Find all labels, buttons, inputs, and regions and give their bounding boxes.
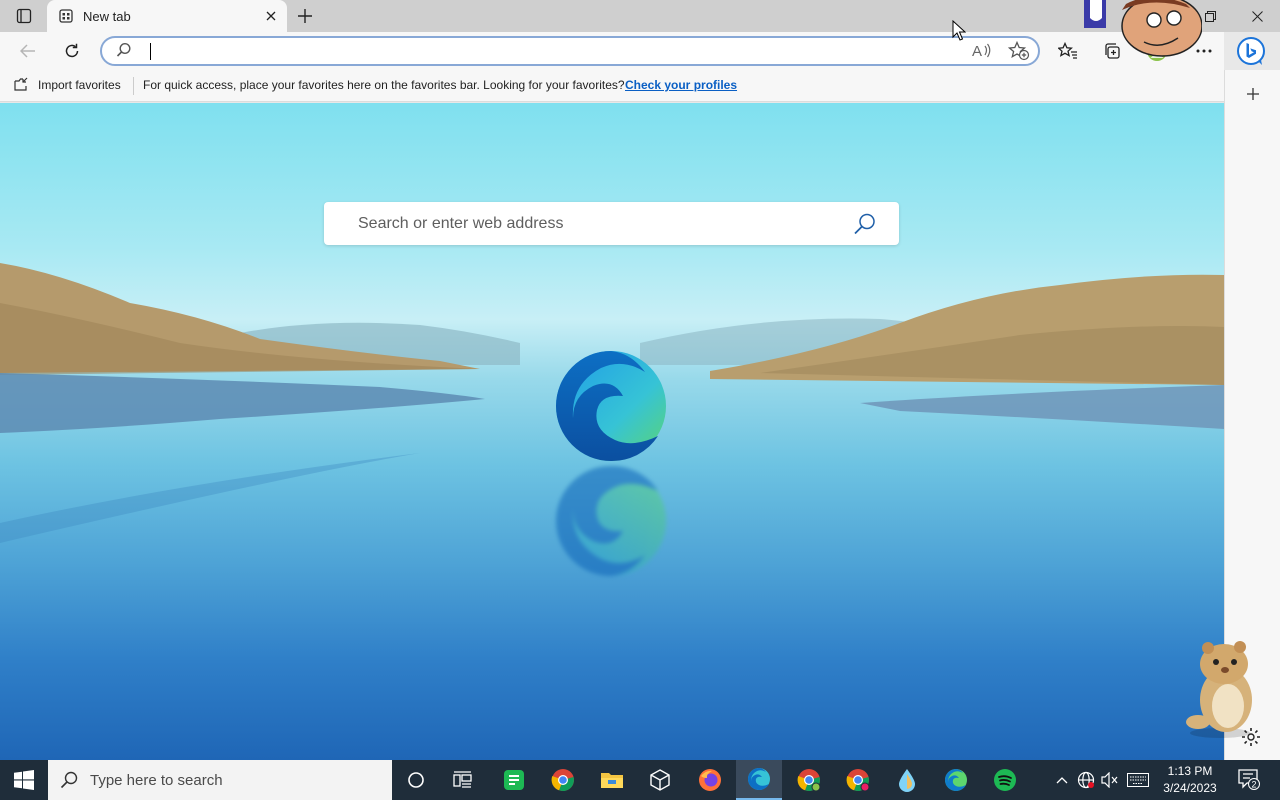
page-settings-button[interactable]: [1240, 726, 1262, 753]
close-icon: [1251, 10, 1263, 22]
start-button[interactable]: [0, 760, 48, 800]
back-button[interactable]: [13, 36, 43, 66]
sidebar-add-button[interactable]: [1239, 82, 1267, 106]
notification-icon: 2: [1238, 769, 1260, 790]
taskbar-file-explorer[interactable]: [589, 760, 635, 800]
chevron-up-icon: [1056, 777, 1068, 784]
bing-chat-button[interactable]: [1234, 34, 1268, 68]
chrome-profile-2-icon: [846, 769, 870, 792]
navigation-toolbar: A: [0, 32, 1224, 70]
taskbar-task-view[interactable]: [440, 760, 486, 800]
search-icon: [116, 42, 131, 57]
address-input[interactable]: [148, 40, 948, 62]
tab-actions-button[interactable]: [8, 4, 40, 28]
volume-muted-icon: [1101, 772, 1118, 788]
taskbar-water-drop-app[interactable]: [884, 760, 930, 800]
taskbar-chrome[interactable]: [540, 760, 586, 800]
windows-taskbar: Type here to search 1:13 PM 3/24/2023 2: [0, 760, 1280, 800]
edge-logo-reflection: [556, 465, 666, 576]
gear-icon: [1242, 728, 1260, 746]
plus-icon: [1247, 88, 1259, 100]
tray-network-button[interactable]: [1076, 770, 1096, 790]
chrome-icon: [551, 769, 574, 792]
taskbar-firefox[interactable]: [687, 760, 733, 800]
cartoon-character-overlay: [1084, 0, 1202, 57]
clock-time: 1:13 PM: [1167, 764, 1213, 778]
new-tab-page-icon: [59, 9, 73, 23]
favorites-button[interactable]: [1053, 36, 1083, 66]
tray-overflow-button[interactable]: [1052, 770, 1072, 790]
address-bar[interactable]: A: [100, 36, 1040, 66]
new-tab-search-button[interactable]: [850, 210, 880, 238]
firefox-icon: [699, 769, 721, 791]
import-favorites-label: Import favorites: [38, 77, 121, 92]
tray-volume-button[interactable]: [1100, 770, 1120, 790]
new-tab-icon: [298, 9, 312, 23]
tab-new-tab[interactable]: New tab: [47, 0, 287, 32]
tray-keyboard-button[interactable]: [1126, 770, 1150, 790]
globe-icon: [1077, 771, 1095, 789]
spotify-icon: [994, 769, 1016, 791]
file-explorer-icon: [601, 773, 623, 788]
action-center-button[interactable]: 2: [1234, 766, 1264, 794]
restore-icon: [1204, 10, 1216, 22]
tab-close-button[interactable]: [259, 4, 283, 28]
import-favorites-button[interactable]: Import favorites: [14, 77, 121, 92]
check-profiles-link[interactable]: Check your profiles: [625, 78, 737, 92]
window-close-button[interactable]: [1234, 0, 1280, 32]
import-icon: [14, 77, 28, 91]
close-icon: [266, 11, 276, 21]
chrome-profile-icon: [797, 769, 821, 792]
taskbar-search-placeholder: Type here to search: [90, 771, 223, 789]
cortana-icon: [408, 772, 424, 788]
bing-chat-icon: [1237, 37, 1265, 65]
edge-beta-icon: [945, 769, 967, 792]
taskbar-clock[interactable]: 1:13 PM 3/24/2023: [1152, 763, 1228, 797]
3d-viewer-icon: [650, 769, 670, 791]
taskbar-chrome-profile-2[interactable]: [835, 760, 881, 800]
windows-logo-icon: [14, 770, 34, 790]
new-tab-page: [0, 103, 1224, 760]
keyboard-icon: [1127, 773, 1149, 787]
notification-count: 2: [1251, 780, 1256, 790]
water-drop-app-icon: [899, 769, 915, 792]
edge-logo: [556, 351, 666, 462]
taskbar-sheets[interactable]: [491, 760, 537, 800]
favorites-icon: [1058, 42, 1077, 59]
back-icon: [20, 44, 35, 58]
favorites-bar: Import favorites For quick access, place…: [0, 70, 1224, 102]
refresh-icon: [65, 43, 79, 58]
taskbar-3d-viewer[interactable]: [637, 760, 683, 800]
favorites-bar-message: For quick access, place your favorites h…: [143, 78, 625, 92]
sheets-icon: [504, 770, 524, 790]
tab-title: New tab: [83, 8, 131, 24]
taskbar-chrome-profile[interactable]: [786, 760, 832, 800]
taskbar-spotify[interactable]: [982, 760, 1028, 800]
new-tab-search-input[interactable]: [358, 213, 838, 235]
read-aloud-icon[interactable]: A: [972, 42, 992, 60]
taskbar-edge[interactable]: [736, 760, 782, 800]
search-icon: [60, 771, 78, 789]
new-tab-button[interactable]: [292, 4, 318, 28]
taskbar-cortana[interactable]: [393, 760, 439, 800]
clock-date: 3/24/2023: [1163, 781, 1217, 795]
search-icon: [854, 213, 875, 235]
taskbar-edge-beta[interactable]: [933, 760, 979, 800]
add-favorite-icon[interactable]: [1008, 41, 1030, 61]
refresh-button[interactable]: [57, 36, 87, 66]
task-view-icon: [453, 771, 472, 788]
new-tab-search-box[interactable]: [324, 202, 899, 245]
hamster-mascot: [1186, 641, 1252, 738]
tab-actions-icon: [16, 8, 32, 24]
mouse-cursor-icon: [952, 20, 966, 41]
svg-text:A: A: [972, 43, 982, 60]
favorites-divider: [133, 77, 134, 95]
edge-icon: [748, 768, 770, 791]
text-caret: [150, 43, 151, 60]
taskbar-search-box[interactable]: Type here to search: [48, 760, 392, 800]
